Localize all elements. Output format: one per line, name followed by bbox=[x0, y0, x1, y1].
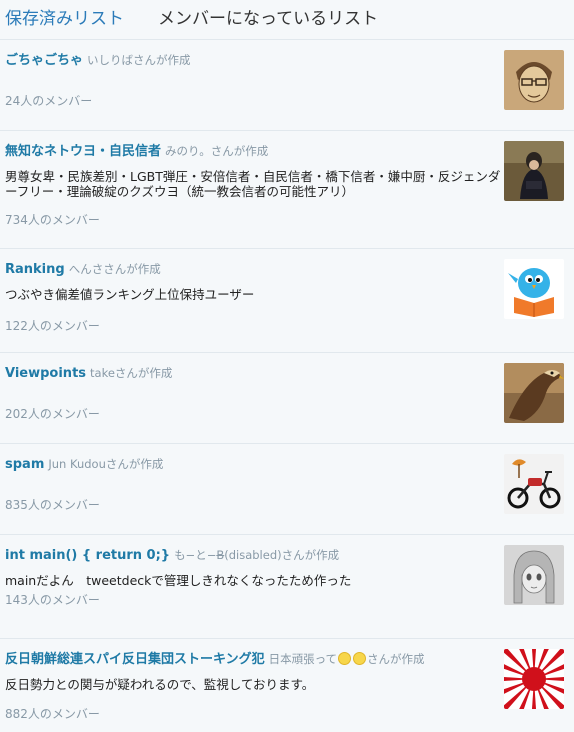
member-count-link[interactable]: 122人のメンバー bbox=[5, 317, 100, 334]
list-creator: Jun Kudouさんが作成 bbox=[48, 457, 164, 471]
anime-sketch-avatar[interactable] bbox=[504, 545, 564, 605]
list-item[interactable]: Viewpoints takeさんが作成 202人のメンバー bbox=[0, 353, 574, 444]
list-creator: 日本頑張って さんが作成 bbox=[269, 652, 425, 666]
list-tabs: 保存済みリスト メンバーになっているリスト bbox=[0, 0, 574, 40]
list-title-line: int main() { return 0;} も−と−B(disabled)さん… bbox=[5, 546, 494, 565]
list-description: 男尊女卑・民族差別・LGBT弾圧・安倍信者・自民信者・橋下信者・嫌中厨・反ジェン… bbox=[5, 169, 501, 199]
list-name-link[interactable]: Ranking bbox=[5, 262, 65, 277]
motorcycle-avatar[interactable] bbox=[504, 454, 564, 514]
list-name-link[interactable]: Viewpoints bbox=[5, 366, 86, 381]
list-item[interactable]: spam Jun Kudouさんが作成 835人のメンバー bbox=[0, 444, 574, 535]
list-name-link[interactable]: 無知なネトウヨ・自民信者 bbox=[5, 144, 161, 159]
list-item[interactable]: 反日朝鮮総連スパイ反日集団ストーキング犯 日本頑張って さんが作成 反日勢力との関与… bbox=[0, 639, 574, 732]
member-count-link[interactable]: 202人のメンバー bbox=[5, 405, 100, 422]
creator-name-prefix: も−と− bbox=[174, 548, 217, 562]
member-count-link[interactable]: 734人のメンバー bbox=[5, 211, 100, 228]
list-creator: みのり。さんが作成 bbox=[165, 144, 269, 158]
list-name-link[interactable]: ごちゃごちゃ bbox=[5, 53, 83, 68]
creator-name-suffix: さんが作成 bbox=[367, 652, 425, 666]
list-description: mainだよん tweetdeckで管理しきれなくなったため作った bbox=[5, 573, 352, 588]
list-item[interactable]: ごちゃごちゃ いしりばさんが作成 24人のメンバー bbox=[0, 40, 574, 131]
list-title-line: ごちゃごちゃ いしりばさんが作成 bbox=[5, 51, 494, 70]
list-item[interactable]: Ranking へんささんが作成 つぶやき偏差値ランキング上位保持ユーザー 122… bbox=[0, 249, 574, 353]
list-title-line: 反日朝鮮総連スパイ反日集団ストーキング犯 日本頑張って さんが作成 bbox=[5, 650, 494, 669]
list-description: つぶやき偏差値ランキング上位保持ユーザー bbox=[5, 287, 255, 302]
list-name-link[interactable]: 反日朝鮮総連スパイ反日集団ストーキング犯 bbox=[5, 652, 265, 667]
person-crouching-avatar[interactable] bbox=[504, 141, 564, 201]
member-count-link[interactable]: 24人のメンバー bbox=[5, 92, 92, 109]
list-item[interactable]: int main() { return 0;} も−と−B(disabled)さん… bbox=[0, 535, 574, 639]
list-title-line: Ranking へんささんが作成 bbox=[5, 260, 494, 279]
list-name-link[interactable]: spam bbox=[5, 457, 44, 472]
smiley-emoji-icon bbox=[353, 652, 367, 665]
member-count-link[interactable]: 835人のメンバー bbox=[5, 496, 100, 513]
blue-bird-reading-avatar[interactable] bbox=[504, 259, 564, 319]
tab-saved-lists[interactable]: 保存済みリスト bbox=[5, 11, 124, 28]
list-creator: も−と−B(disabled)さんが作成 bbox=[174, 548, 339, 562]
list-title-line: Viewpoints takeさんが作成 bbox=[5, 364, 494, 383]
list-description: 反日勢力との関与が疑われるので、監視しております。 bbox=[5, 677, 315, 692]
list-creator: takeさんが作成 bbox=[90, 366, 173, 380]
list-title-line: 無知なネトウヨ・自民信者 みのり。さんが作成 bbox=[5, 142, 494, 161]
list-name-link[interactable]: int main() { return 0;} bbox=[5, 548, 170, 563]
list-creator: へんささんが作成 bbox=[68, 262, 161, 276]
face-sketch-avatar[interactable] bbox=[504, 50, 564, 110]
creator-name-suffix: (disabled)さんが作成 bbox=[224, 548, 340, 562]
tab-member-of-lists[interactable]: メンバーになっているリスト bbox=[158, 11, 378, 28]
smiley-emoji-icon bbox=[338, 652, 352, 665]
member-count-link[interactable]: 882人のメンバー bbox=[5, 705, 100, 722]
list-title-line: spam Jun Kudouさんが作成 bbox=[5, 455, 494, 474]
list-item[interactable]: 無知なネトウヨ・自民信者 みのり。さんが作成 男尊女卑・民族差別・LGBT弾圧・安… bbox=[0, 131, 574, 249]
eagle-avatar[interactable] bbox=[504, 363, 564, 423]
lists-page: 保存済みリスト メンバーになっているリスト ごちゃごちゃ いしりばさんが作成 24… bbox=[0, 0, 574, 732]
member-count-link[interactable]: 143人のメンバー bbox=[5, 591, 100, 608]
creator-name-prefix: 日本頑張って bbox=[268, 652, 338, 666]
rising-sun-flag-avatar[interactable] bbox=[504, 649, 564, 709]
list-creator: いしりばさんが作成 bbox=[87, 53, 191, 67]
